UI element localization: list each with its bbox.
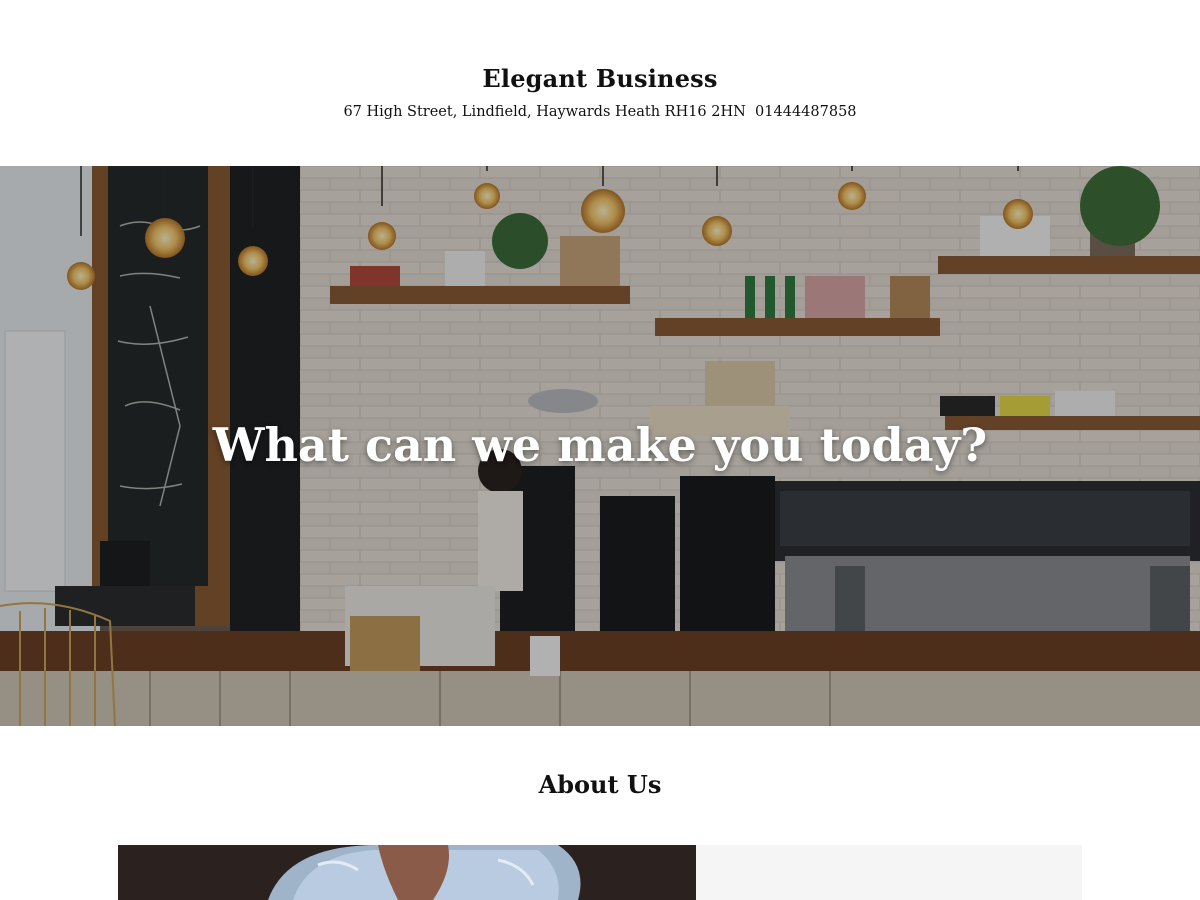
site-title-link[interactable]: Elegant Business (0, 64, 1200, 93)
site-header: Elegant Business 67 High Street, Lindfie… (0, 0, 1200, 166)
about-text-panel (696, 845, 1082, 900)
about-heading: About Us (538, 770, 662, 799)
hero-banner: What can we make you today? (0, 166, 1200, 726)
hero-heading: What can we make you today? (212, 418, 988, 472)
site-contact-info: 67 High Street, Lindfield, Haywards Heat… (0, 104, 1200, 120)
address-text: 67 High Street, Lindfield, Haywards Heat… (343, 104, 746, 120)
phone-number[interactable]: 01444487858 (755, 104, 856, 120)
about-person-photo (118, 845, 696, 900)
